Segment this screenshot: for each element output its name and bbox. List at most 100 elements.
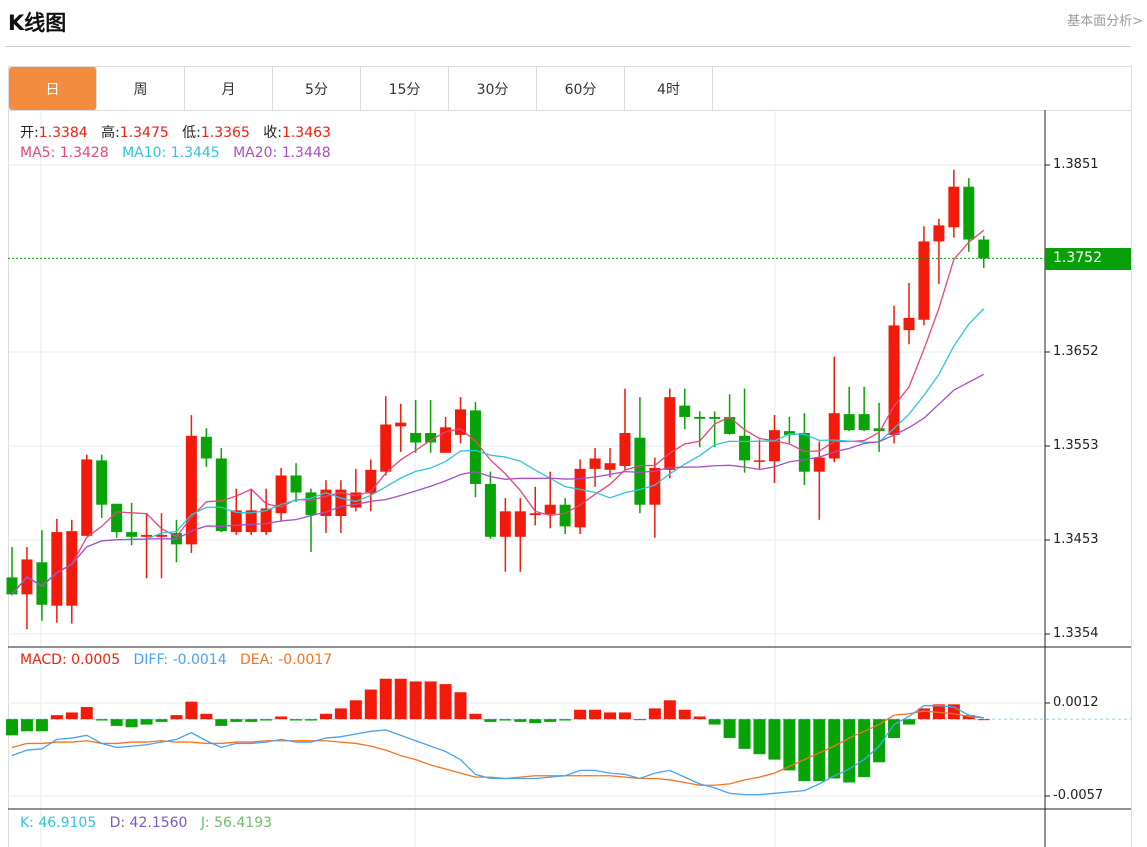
macd-bar [424,681,437,720]
candle-body [126,532,138,537]
candle-body [245,510,257,533]
candle-body [141,534,153,537]
candle-body [963,186,975,240]
macd-bar [275,716,288,720]
macd-bar [843,719,856,783]
price-tick: 1.3851 [1053,157,1099,172]
macd-bar [678,709,691,720]
macd-value: MACD: 0.0005 [20,652,121,668]
ma20-value: MA20: 1.3448 [233,145,331,161]
macd-bar [618,712,631,720]
candle-body [589,458,601,469]
open-label: 开: [20,125,39,141]
macd-bar [170,715,183,720]
macd-bar [977,719,990,721]
macd-bar [65,712,78,720]
candle-body [768,430,780,462]
macd-bar [290,719,303,721]
dea-value: DEA: -0.0017 [239,652,333,668]
candle-body [455,409,466,435]
candle-body [544,504,556,515]
macd-bar [305,719,317,721]
candle-body [888,325,900,435]
ma10-value: MA10: 1.3445 [122,145,220,161]
macd-bar [633,719,646,721]
kdj-info: K: 46.9105 D: 42.1560 J: 56.4193 [20,815,272,831]
macd-bar [783,719,796,771]
price-tick: 1.3652 [1053,344,1099,359]
macd-bar [574,709,587,720]
d-value: D: 42.1560 [109,815,188,831]
macd-bar [693,716,706,720]
macd-bar [349,700,362,720]
macd-bar [738,719,751,749]
macd-bar [364,689,377,720]
macd-bar [753,719,766,755]
candle-body [6,577,18,595]
candle-body [604,463,616,470]
macd-bar [334,708,347,720]
macd-bar [484,719,497,722]
macd-bar [469,713,482,720]
ma20-line [11,373,985,595]
ma5-value: MA5: 1.3428 [20,145,109,161]
open-value: 1.3384 [38,125,88,141]
candle-body [365,469,377,494]
candle-body [754,460,765,462]
diff-value: DIFF: -0.0014 [133,652,227,668]
macd-bar [245,719,258,722]
macd-bar [499,719,512,721]
candle-body [215,458,227,532]
candle-body [918,241,930,320]
candle-body [499,511,511,537]
candle-body [873,428,885,432]
macd-bar [230,719,243,722]
macd-tick: -0.0057 [1053,788,1104,803]
candle-body [903,317,915,331]
macd-bar [215,719,228,726]
macd-bar [394,678,407,720]
candle-body [96,460,108,505]
candle-body [51,532,63,606]
candle-body [798,433,810,472]
macd-bar [50,715,63,720]
candle-body [111,503,123,533]
macd-bar [858,719,871,778]
k-value: K: 46.9105 [20,815,97,831]
close-label: 收: [263,125,282,141]
macd-bar [125,719,138,728]
macd-bar [140,719,153,725]
candle-body [933,225,945,242]
macd-bar [589,709,602,720]
low-value: 1.3365 [200,125,250,141]
candle-body [858,414,870,431]
candle-body [200,436,212,459]
close-value: 1.3463 [281,125,331,141]
macd-bar [768,719,781,760]
candle-body [679,405,691,417]
macd-bar [20,719,33,732]
macd-bar [185,701,198,720]
price-tick: 1.3553 [1053,438,1099,453]
macd-bar [110,719,123,726]
candle-body [484,483,496,537]
ohlc-info: 开:1.3384 高:1.3475 低:1.3365 收:1.3463 [20,122,331,142]
j-value: J: 56.4193 [200,815,273,831]
macd-bar [6,719,18,736]
candle-body [260,508,272,533]
macd-tick: 0.0012 [1053,695,1099,710]
candle-body [380,424,392,472]
macd-bar [917,708,930,720]
candle-body [664,397,676,470]
macd-bar [80,707,93,720]
candle-body [529,513,541,516]
candle-body [619,433,631,467]
macd-bar [723,719,736,739]
candle-body [978,239,990,259]
candle-body [948,186,960,228]
candle-body [66,531,78,606]
candle-body [305,492,317,516]
high-value: 1.3475 [119,125,169,141]
candle-body [559,504,571,527]
candle-body [634,437,646,505]
